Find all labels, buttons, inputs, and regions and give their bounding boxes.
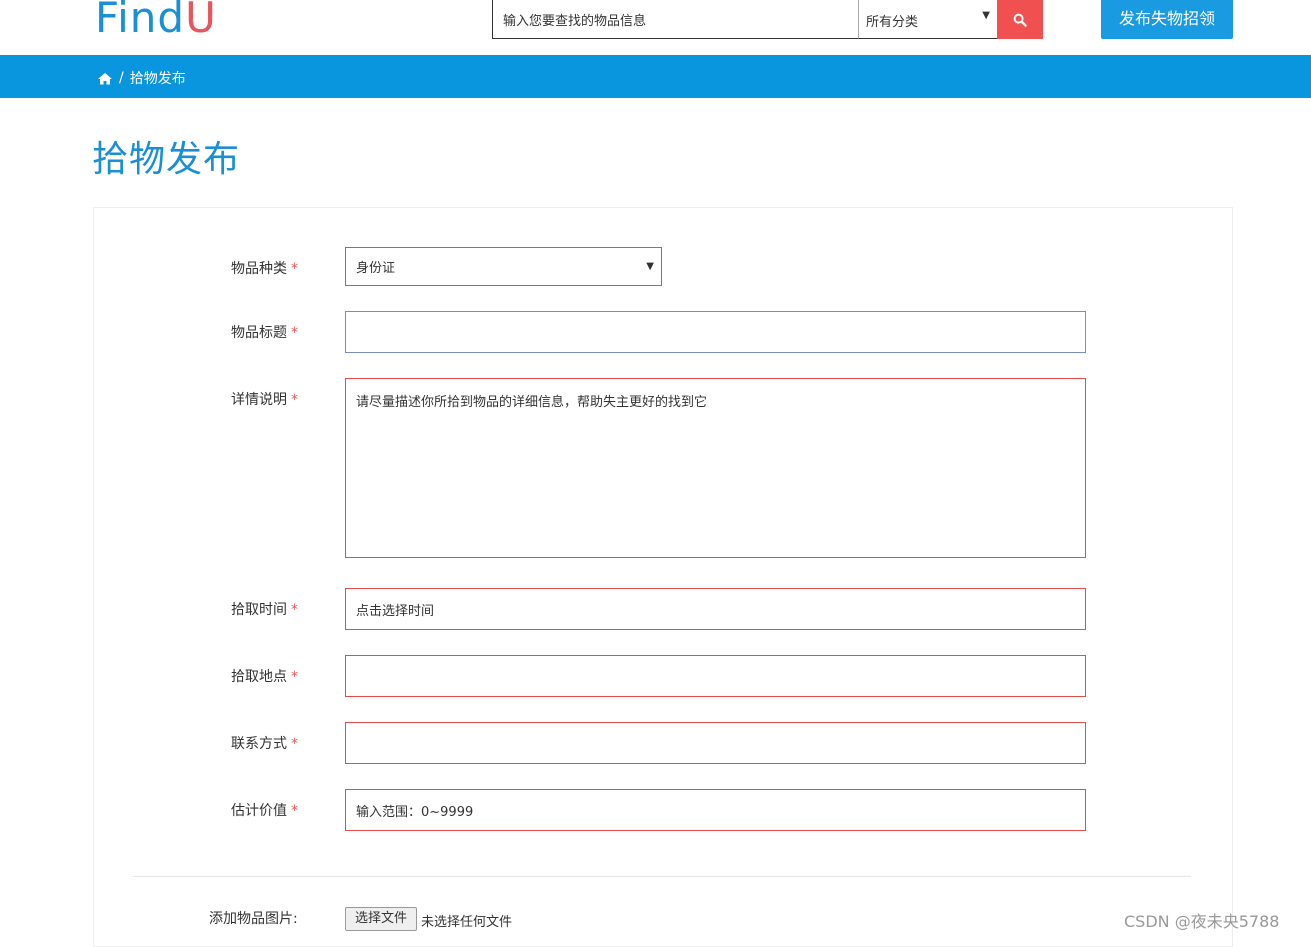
required-mark: * xyxy=(291,669,298,685)
required-mark: * xyxy=(291,602,298,618)
details-textarea[interactable]: 请尽量描述你所拾到物品的详细信息，帮助失主更好的找到它 xyxy=(345,378,1086,558)
title-input[interactable] xyxy=(345,311,1086,353)
search-button[interactable] xyxy=(997,0,1043,39)
category-filter-value: 所有分类 xyxy=(866,15,919,30)
contact-input[interactable] xyxy=(345,722,1086,764)
home-icon[interactable] xyxy=(97,72,113,85)
value-label: 估计价值 * xyxy=(231,803,298,819)
choose-file-button[interactable]: 选择文件 xyxy=(345,907,417,931)
required-mark: * xyxy=(291,736,298,752)
category-filter-select[interactable]: 所有分类 ▼ xyxy=(858,0,998,39)
image-upload-label: 添加物品图片: xyxy=(209,911,298,927)
divider xyxy=(133,876,1191,877)
details-label: 详情说明 * xyxy=(231,392,298,408)
pickup-place-label: 拾取地点 * xyxy=(231,669,298,685)
logo-main: Find xyxy=(95,0,186,42)
top-header: FindU 输入您要查找的物品信息 所有分类 ▼ 发布失物招领 xyxy=(0,0,1311,55)
breadcrumb-separator: / xyxy=(119,70,124,86)
watermark: CSDN @夜未央5788 xyxy=(1124,912,1280,931)
file-status: 未选择任何文件 xyxy=(421,915,513,930)
required-mark: * xyxy=(291,392,298,408)
title-label: 物品标题 * xyxy=(231,325,298,341)
post-lost-item-button[interactable]: 发布失物招领 xyxy=(1101,0,1233,39)
logo[interactable]: FindU xyxy=(95,0,217,44)
triangle-down-icon: ▼ xyxy=(982,10,990,21)
breadcrumb: / 拾物发布 xyxy=(97,68,186,88)
estimated-value-placeholder: 输入范围：0~9999 xyxy=(356,804,474,820)
logo-accent: U xyxy=(185,0,217,42)
category-select[interactable]: 身份证 ▼ xyxy=(345,247,662,286)
pickup-time-input[interactable]: 点击选择时间 xyxy=(345,588,1086,630)
category-select-value: 身份证 xyxy=(356,261,396,276)
pickup-time-label: 拾取时间 * xyxy=(231,602,298,618)
required-mark: * xyxy=(291,261,298,277)
page-title: 拾物发布 xyxy=(92,139,241,180)
search-icon xyxy=(1013,13,1027,27)
pickup-place-input[interactable] xyxy=(345,655,1086,697)
search-placeholder: 输入您要查找的物品信息 xyxy=(503,14,647,29)
triangle-down-icon: ▼ xyxy=(646,261,654,272)
breadcrumb-current: 拾物发布 xyxy=(129,71,186,87)
required-mark: * xyxy=(291,325,298,341)
pickup-time-placeholder: 点击选择时间 xyxy=(356,603,435,619)
contact-label: 联系方式 * xyxy=(231,736,298,752)
estimated-value-input[interactable]: 输入范围：0~9999 xyxy=(345,789,1086,831)
details-placeholder: 请尽量描述你所拾到物品的详细信息，帮助失主更好的找到它 xyxy=(356,395,708,410)
required-mark: * xyxy=(291,803,298,819)
category-label: 物品种类 * xyxy=(231,261,298,277)
search-input[interactable]: 输入您要查找的物品信息 xyxy=(492,0,860,39)
breadcrumb-bar: / 拾物发布 xyxy=(0,55,1311,98)
